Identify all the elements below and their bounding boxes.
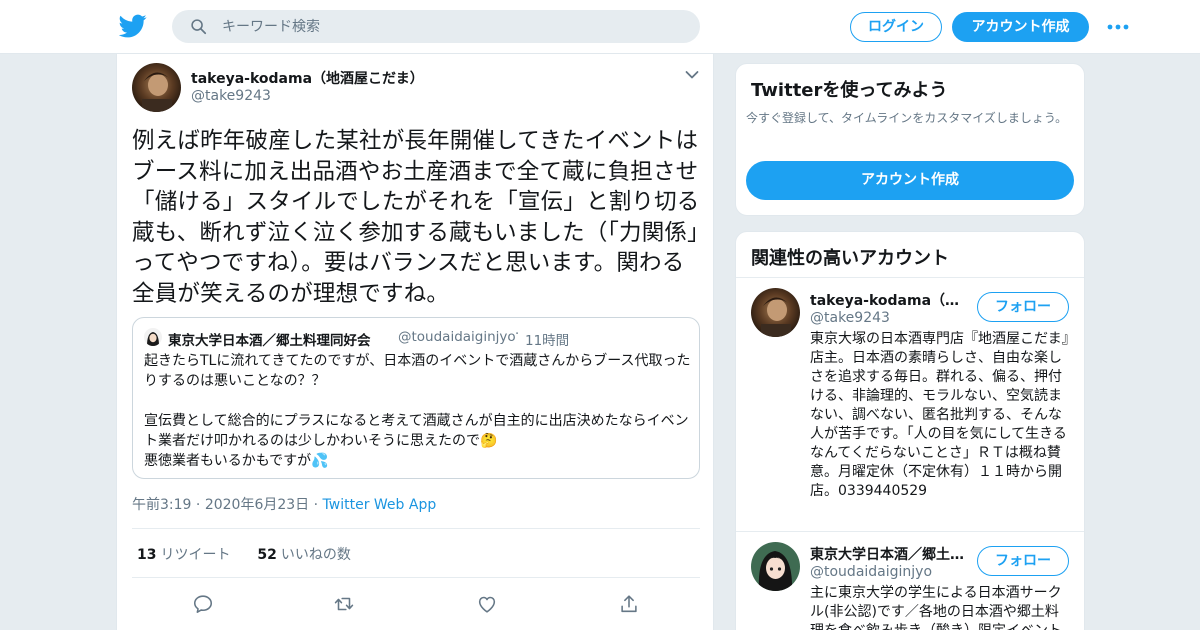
avatar[interactable] — [132, 63, 181, 112]
twitter-logo-icon[interactable] — [119, 12, 147, 40]
search-icon — [191, 19, 207, 35]
tweet-meta: 午前3:19 · 2020年6月23日 · Twitter Web App — [132, 494, 436, 514]
quote-author-name: 東京大学日本酒／郷土料理同好会 — [168, 333, 371, 349]
dot-separator: · — [515, 327, 520, 342]
account-bio: 主に東京大学の学生による日本酒サークル(非公認)です／各地の日本酒や郷土料理を食… — [810, 585, 1062, 630]
quote-time: 11時間 — [525, 333, 570, 349]
divider — [736, 277, 1084, 278]
chevron-down-icon[interactable] — [685, 70, 699, 80]
create-account-button[interactable]: アカウント作成 — [746, 161, 1074, 200]
likes-stat[interactable]: 52 いいねの数 — [257, 547, 350, 563]
dot-separator: · — [195, 497, 205, 513]
quote-text: 起きたらTLに流れてきてたのですが、日本酒のイベントで酒蔵さんからブース代取った… — [144, 353, 691, 469]
tweet-time[interactable]: 午前3:19 — [132, 497, 191, 513]
account-name[interactable]: takeya-kodama（地酒屋こだま） — [810, 290, 970, 310]
related-accounts-title: 関連性の高いアカウント — [751, 248, 949, 269]
tweet-stats: 13 リツイート 52 いいねの数 — [137, 544, 351, 564]
avatar[interactable] — [751, 542, 800, 591]
dot-separator: · — [313, 497, 323, 513]
retweets-label: リツイート — [160, 547, 231, 563]
account-handle[interactable]: @take9243 — [810, 310, 890, 326]
share-icon[interactable] — [618, 593, 640, 615]
follow-button[interactable]: フォロー — [977, 546, 1069, 576]
likes-count: 52 — [257, 547, 277, 563]
search-input[interactable] — [222, 10, 682, 43]
try-twitter-card: Twitterを使ってみよう 今すぐ登録して、タイムラインをカスタマイズしましょ… — [735, 63, 1085, 216]
top-bar: ログイン アカウント作成 — [0, 0, 1200, 54]
account-handle[interactable]: @toudaidaiginjyo — [810, 564, 932, 580]
signup-button[interactable]: アカウント作成 — [952, 12, 1089, 42]
tweet-card: takeya-kodama（地酒屋こだま） @take9243 例えば昨年破産し… — [116, 54, 714, 630]
avatar[interactable] — [751, 288, 800, 337]
reply-icon[interactable] — [192, 593, 214, 615]
avatar-image-icon — [751, 288, 800, 337]
divider — [736, 531, 1084, 532]
tweet-date[interactable]: 2020年6月23日 — [205, 497, 309, 513]
like-icon[interactable] — [476, 593, 498, 615]
avatar-image-icon — [751, 542, 800, 591]
account-bio: 東京大塚の日本酒専門店『地酒屋こだま』店主。日本酒の素晴らしさ、自由な楽しさを追… — [810, 331, 1069, 499]
divider — [132, 577, 700, 578]
quoted-tweet[interactable]: 東京大学日本酒／郷土料理同好会 @toudaidaiginjyo · 11時間 … — [132, 317, 700, 479]
search-box[interactable] — [172, 10, 700, 43]
divider — [132, 528, 700, 529]
follow-button[interactable]: フォロー — [977, 292, 1069, 322]
quote-avatar-image-icon — [144, 328, 162, 346]
retweets-count: 13 — [137, 547, 157, 563]
account-name[interactable]: 東京大学日本酒／郷土料理同好会 — [810, 544, 970, 564]
author-display-name[interactable]: takeya-kodama（地酒屋こだま） — [191, 68, 424, 88]
author-handle[interactable]: @take9243 — [191, 88, 271, 104]
quote-avatar — [144, 328, 162, 346]
retweets-stat[interactable]: 13 リツイート — [137, 547, 230, 563]
likes-label: いいねの数 — [280, 547, 351, 563]
more-options-icon[interactable] — [1107, 24, 1129, 30]
retweet-icon[interactable] — [333, 593, 355, 615]
try-twitter-title: Twitterを使ってみよう — [751, 80, 948, 101]
tweet-text: 例えば昨年破産した某社が長年開催してきたイベントはブース料に加え出品酒やお土産酒… — [132, 128, 700, 307]
related-accounts-card: 関連性の高いアカウント takeya-kodama（地酒屋こだま） @take9… — [735, 231, 1085, 630]
avatar-image-icon — [132, 63, 181, 112]
tweet-source-link[interactable]: Twitter Web App — [323, 497, 437, 513]
login-button[interactable]: ログイン — [850, 12, 942, 42]
try-twitter-description: 今すぐ登録して、タイムラインをカスタマイズしましょう。 — [746, 111, 1068, 125]
quote-author-handle: @toudaidaiginjyo — [398, 329, 516, 345]
